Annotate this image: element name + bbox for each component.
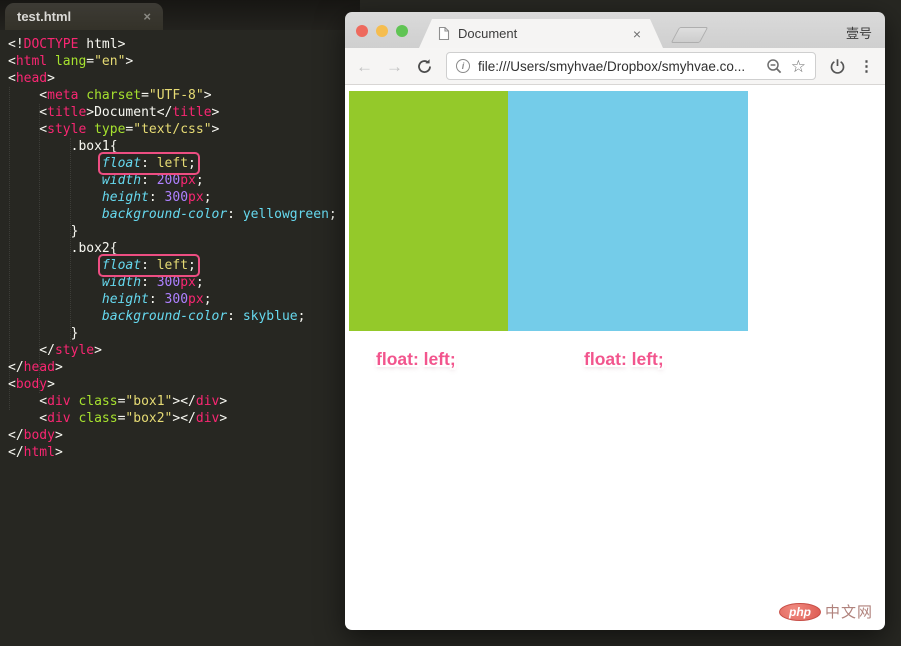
close-icon[interactable]: × [143,9,151,24]
code-line: .box2{ [8,240,337,257]
annotation-label-box1: float: left; [376,349,456,370]
code-line: height: 300px; [8,189,337,206]
new-tab-button[interactable] [671,27,709,43]
code-line: </style> [8,342,337,359]
code-line: <html lang="en"> [8,53,337,70]
code-line: width: 300px; [8,274,337,291]
editor-tab-title: test.html [17,9,143,24]
browser-tab-strip: Document × 壹号 [345,12,885,48]
browser-tab-title: Document [458,26,625,41]
php-logo: php [779,603,821,621]
code-line: float: left; [8,155,337,172]
browser-tab-document[interactable]: Document × [419,19,663,48]
code-line: <title>Document</title> [8,104,337,121]
address-bar[interactable]: i file:///Users/smyhvae/Dropbox/smyhvae.… [446,52,816,80]
profile-name[interactable]: 壹号 [846,23,872,42]
code-line: <style type="text/css"> [8,121,337,138]
reload-icon [416,58,433,75]
float-annotation-box: float: left; [102,258,196,273]
traffic-lights [356,25,408,37]
code-area[interactable]: <!DOCTYPE html><html lang="en"><head> <m… [8,36,337,461]
code-line: <meta charset="UTF-8"> [8,87,337,104]
code-line: </html> [8,444,337,461]
code-line: background-color: yellowgreen; [8,206,337,223]
bookmark-star-icon[interactable]: ☆ [791,58,806,75]
url-text[interactable]: file:///Users/smyhvae/Dropbox/smyhvae.co… [478,59,758,74]
code-line: <div class="box2"></div> [8,410,337,427]
page-info-icon[interactable]: i [456,59,470,73]
window-close-button[interactable] [356,25,368,37]
forward-button[interactable]: → [386,58,403,75]
code-line: </body> [8,427,337,444]
php-cn-watermark: php 中文网 [779,601,873,622]
code-line: } [8,325,337,342]
code-line: height: 300px; [8,291,337,308]
reload-button[interactable] [416,58,433,75]
code-line: float: left; [8,257,337,274]
code-line: <body> [8,376,337,393]
code-line: <!DOCTYPE html> [8,36,337,53]
code-line: background-color: skyblue; [8,308,337,325]
window-zoom-button[interactable] [396,25,408,37]
browser-menu-icon[interactable]: ⋮ [859,57,874,75]
zoom-out-icon[interactable] [766,58,783,75]
watermark-text: 中文网 [825,601,873,622]
code-line: width: 200px; [8,172,337,189]
code-line: .box1{ [8,138,337,155]
float-annotation-box: float: left; [102,156,196,171]
rendered-box1 [349,91,508,331]
annotation-label-box2: float: left; [584,349,664,370]
back-button[interactable]: ← [356,58,373,75]
code-line: } [8,223,337,240]
rendered-box2 [508,91,748,331]
close-icon[interactable]: × [633,26,641,42]
editor-tab-test-html[interactable]: test.html × [5,3,163,30]
page-content: float: left; float: left; php 中文网 [345,85,885,630]
power-extension-icon[interactable] [829,58,846,75]
chrome-browser-window: Document × 壹号 ← → i file:///Users/smyhva… [345,12,885,630]
code-line: <div class="box1"></div> [8,393,337,410]
code-line: <head> [8,70,337,87]
page-favicon-icon [438,26,450,41]
window-minimize-button[interactable] [376,25,388,37]
editor-tab-bar: test.html × [0,0,360,30]
browser-toolbar: ← → i file:///Users/smyhvae/Dropbox/smyh… [345,48,885,85]
code-line: </head> [8,359,337,376]
